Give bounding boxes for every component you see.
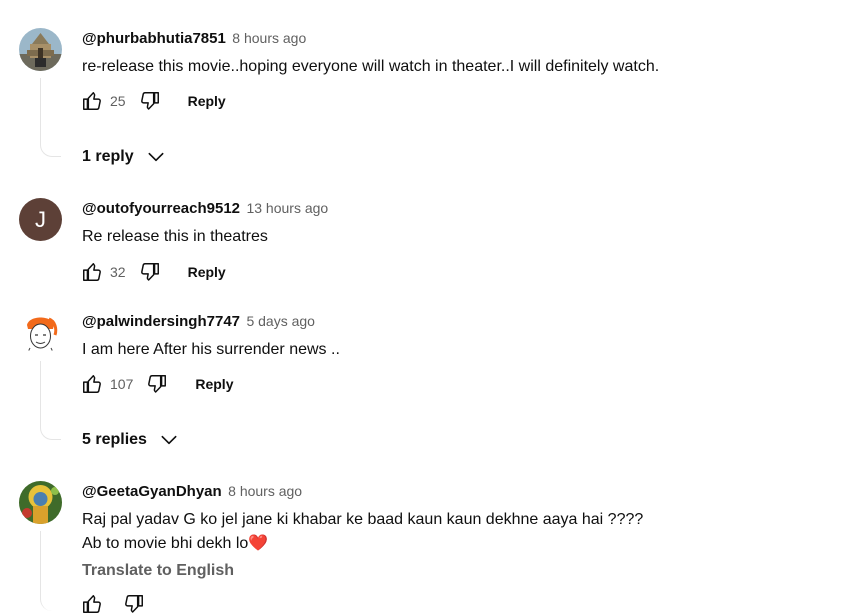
thumbs-up-icon xyxy=(83,263,101,281)
timestamp[interactable]: 5 days ago xyxy=(246,313,315,329)
dislike-button[interactable] xyxy=(122,592,146,616)
reply-button[interactable]: Reply xyxy=(188,264,226,280)
temple-photo-avatar-icon xyxy=(19,28,62,71)
chevron-down-icon xyxy=(146,147,166,167)
author-handle[interactable]: @GeetaGyanDhyan xyxy=(82,483,222,500)
comment-actions: 32 Reply xyxy=(80,260,226,284)
author-handle[interactable]: @palwindersingh7747 xyxy=(82,313,240,330)
comment-text: Re release this in theatres xyxy=(82,228,268,245)
reply-button[interactable]: Reply xyxy=(195,376,233,392)
timestamp[interactable]: 8 hours ago xyxy=(232,30,306,46)
reply-button[interactable]: Reply xyxy=(188,93,226,109)
comment-actions: 25 Reply xyxy=(80,89,226,113)
view-replies-button[interactable]: 1 reply xyxy=(82,147,166,167)
thumbs-down-icon xyxy=(140,92,159,110)
thumbs-down-icon xyxy=(148,375,167,393)
like-count: 107 xyxy=(110,376,134,392)
dislike-button[interactable] xyxy=(138,260,162,284)
deity-painting-avatar-icon xyxy=(19,481,62,524)
comment-actions xyxy=(80,592,146,616)
thumbs-down-icon xyxy=(125,595,143,613)
thumbs-up-icon xyxy=(83,375,101,393)
timestamp[interactable]: 13 hours ago xyxy=(246,200,328,216)
author-handle[interactable]: @outofyourreach9512 xyxy=(82,200,240,217)
thumbs-up-icon xyxy=(83,92,101,110)
like-button[interactable] xyxy=(80,592,104,616)
thread-connector xyxy=(40,531,61,611)
comment-text: re-release this movie..hoping everyone w… xyxy=(82,58,660,75)
dislike-button[interactable] xyxy=(138,89,162,113)
like-count: 32 xyxy=(110,264,126,280)
comment-header: @GeetaGyanDhyan 8 hours ago xyxy=(82,483,302,501)
comment-actions: 107 Reply xyxy=(80,372,233,396)
comment-header: @palwindersingh7747 5 days ago xyxy=(82,313,315,331)
comment-header: @phurbabhutia7851 8 hours ago xyxy=(82,30,306,48)
timestamp[interactable]: 8 hours ago xyxy=(228,483,302,499)
chevron-down-icon xyxy=(159,430,179,450)
avatar[interactable]: J xyxy=(19,198,62,241)
comment-text-line-2: Ab to movie bhi dekh lo❤️ xyxy=(82,532,268,556)
like-count: 25 xyxy=(110,93,126,109)
comment-text-line-2-body: Ab to movie bhi dekh lo xyxy=(82,535,249,552)
avatar[interactable] xyxy=(19,481,62,524)
dislike-button[interactable] xyxy=(145,372,169,396)
turban-sketch-avatar-icon xyxy=(19,311,62,354)
thread-connector xyxy=(40,78,61,157)
comment-text: I am here After his surrender news .. xyxy=(82,341,340,358)
comment-header: @outofyourreach9512 13 hours ago xyxy=(82,200,328,218)
view-replies-button[interactable]: 5 replies xyxy=(82,430,179,450)
heart-emoji: ❤️ xyxy=(248,535,269,552)
thread-connector xyxy=(40,361,61,440)
comment-text-line-1: Raj pal yadav G ko jel jane ki khabar ke… xyxy=(82,511,644,528)
avatar[interactable] xyxy=(19,311,62,354)
avatar[interactable] xyxy=(19,28,62,71)
like-button[interactable] xyxy=(80,89,104,113)
replies-count-label: 1 reply xyxy=(82,148,134,165)
author-handle[interactable]: @phurbabhutia7851 xyxy=(82,30,226,47)
thumbs-up-icon xyxy=(83,595,101,613)
replies-count-label: 5 replies xyxy=(82,431,147,448)
like-button[interactable] xyxy=(80,260,104,284)
like-button[interactable] xyxy=(80,372,104,396)
thumbs-down-icon xyxy=(140,263,159,281)
avatar-letter: J xyxy=(35,206,46,232)
translate-button[interactable]: Translate to English xyxy=(82,562,234,580)
